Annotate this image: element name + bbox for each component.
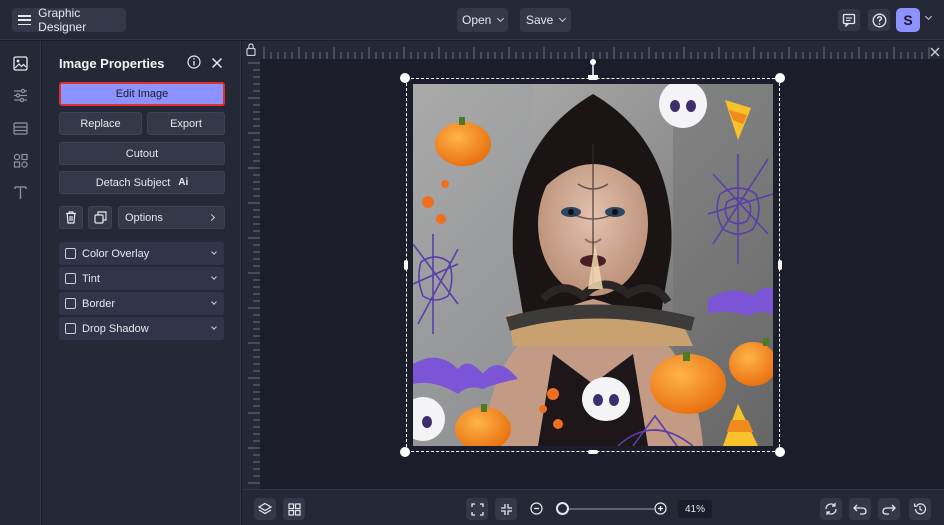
accordion-label: Border bbox=[82, 297, 116, 310]
info-icon[interactable] bbox=[187, 55, 201, 74]
color-overlay-accordion[interactable]: Color Overlay bbox=[59, 242, 224, 265]
duplicate-icon bbox=[93, 211, 107, 224]
chevron-right-icon bbox=[207, 213, 216, 222]
chevron-down-icon bbox=[211, 249, 217, 255]
resize-handle-bottom[interactable] bbox=[588, 450, 598, 454]
replace-button[interactable]: Replace bbox=[59, 112, 142, 135]
options-button[interactable]: Options bbox=[118, 206, 225, 229]
resize-handle-bottom-left[interactable] bbox=[400, 447, 410, 457]
app-menu-button[interactable]: Graphic Designer bbox=[12, 6, 126, 34]
redo-icon bbox=[882, 504, 896, 515]
chevron-down-icon bbox=[211, 299, 217, 305]
tint-accordion[interactable]: Tint bbox=[59, 267, 224, 290]
options-label: Options bbox=[125, 211, 163, 224]
chevron-down-icon bbox=[211, 324, 217, 330]
detach-subject-button[interactable]: Detach Subject Ai bbox=[59, 171, 225, 194]
account-chevron-down-icon[interactable] bbox=[924, 12, 933, 21]
top-ruler bbox=[242, 41, 944, 59]
open-label: Open bbox=[462, 13, 492, 27]
tint-checkbox[interactable] bbox=[65, 273, 76, 284]
zoom-slider-track[interactable] bbox=[558, 508, 654, 510]
panel-title: Image Properties bbox=[59, 56, 165, 71]
grid-icon bbox=[287, 502, 301, 516]
redo-button[interactable] bbox=[878, 498, 900, 520]
avatar[interactable]: S bbox=[896, 8, 920, 32]
export-button[interactable]: Export bbox=[147, 112, 225, 135]
rotate-icon bbox=[825, 503, 837, 515]
layers-button[interactable] bbox=[254, 498, 276, 520]
left-ruler bbox=[242, 59, 260, 489]
chevron-down-icon bbox=[559, 14, 567, 23]
cutout-button[interactable]: Cutout bbox=[59, 142, 225, 165]
resize-handle-right[interactable] bbox=[778, 260, 782, 270]
bottom-bar: 41% bbox=[242, 489, 944, 525]
resize-handle-top-left[interactable] bbox=[400, 73, 410, 83]
rotate-button[interactable] bbox=[820, 498, 842, 520]
top-bar: Graphic Designer Open Save S bbox=[0, 0, 944, 40]
trash-icon bbox=[66, 211, 76, 224]
comments-button[interactable] bbox=[838, 9, 860, 31]
color-overlay-checkbox[interactable] bbox=[65, 248, 76, 259]
ai-badge: Ai bbox=[178, 177, 189, 188]
undo-icon bbox=[853, 504, 867, 515]
grid-button[interactable] bbox=[283, 498, 305, 520]
history-button[interactable] bbox=[909, 498, 931, 520]
delete-button[interactable] bbox=[59, 206, 83, 229]
help-icon bbox=[872, 13, 886, 27]
elements-icon[interactable] bbox=[12, 152, 29, 169]
duplicate-button[interactable] bbox=[88, 206, 112, 229]
undo-button[interactable] bbox=[849, 498, 871, 520]
resize-handle-left[interactable] bbox=[404, 260, 408, 270]
drop-shadow-accordion[interactable]: Drop Shadow bbox=[59, 317, 224, 340]
save-label: Save bbox=[526, 13, 554, 27]
resize-handle-top-right[interactable] bbox=[775, 73, 785, 83]
history-icon bbox=[913, 503, 927, 515]
zoom-level[interactable]: 41% bbox=[678, 500, 712, 518]
shrink-button[interactable] bbox=[495, 498, 517, 520]
accordion-label: Tint bbox=[82, 272, 100, 285]
image-icon[interactable] bbox=[12, 55, 29, 72]
close-icon[interactable] bbox=[211, 56, 223, 74]
comment-icon bbox=[842, 13, 856, 27]
ruler-close-icon[interactable] bbox=[930, 44, 940, 62]
zoom-out-icon[interactable] bbox=[530, 502, 543, 520]
drop-shadow-checkbox[interactable] bbox=[65, 323, 76, 334]
chevron-down-icon bbox=[211, 274, 217, 280]
hamburger-menu-icon bbox=[18, 13, 32, 27]
zoom-slider-thumb[interactable] bbox=[556, 502, 569, 515]
chevron-down-icon bbox=[497, 14, 505, 23]
text-icon[interactable] bbox=[12, 184, 29, 201]
image-properties-panel: Image Properties Edit Image Replace Expo… bbox=[42, 41, 241, 525]
rotate-handle[interactable] bbox=[587, 58, 599, 80]
accordion-label: Drop Shadow bbox=[82, 322, 149, 335]
app-title: Graphic Designer bbox=[38, 6, 87, 34]
layout-icon[interactable] bbox=[12, 120, 29, 137]
save-button[interactable]: Save bbox=[520, 8, 571, 32]
open-button[interactable]: Open bbox=[457, 8, 508, 32]
shrink-icon bbox=[500, 503, 512, 515]
selection-box bbox=[406, 78, 780, 452]
accordion-label: Color Overlay bbox=[82, 247, 150, 260]
border-checkbox[interactable] bbox=[65, 298, 76, 309]
help-button[interactable] bbox=[868, 9, 890, 31]
fit-to-screen-button[interactable] bbox=[466, 498, 488, 520]
edit-image-button[interactable]: Edit Image bbox=[59, 82, 225, 106]
fit-icon bbox=[470, 502, 484, 516]
border-accordion[interactable]: Border bbox=[59, 292, 224, 315]
detach-subject-label: Detach Subject bbox=[95, 176, 171, 189]
resize-handle-bottom-right[interactable] bbox=[775, 447, 785, 457]
sliders-icon[interactable] bbox=[12, 87, 29, 104]
zoom-in-icon[interactable] bbox=[654, 502, 667, 520]
tool-rail bbox=[0, 41, 41, 525]
layers-icon bbox=[258, 502, 272, 515]
